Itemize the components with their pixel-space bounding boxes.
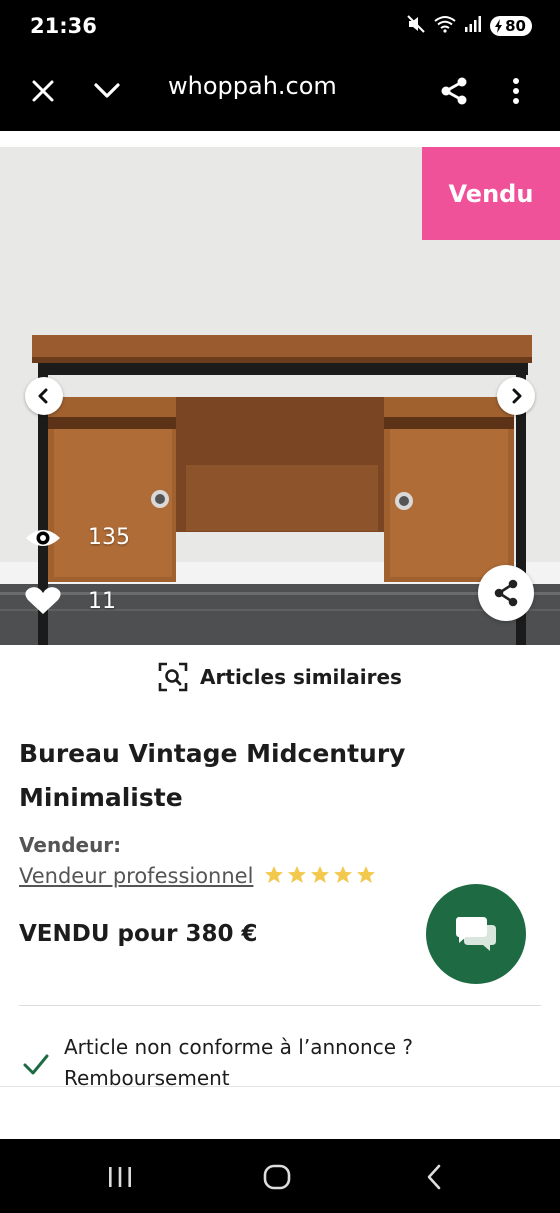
more-vertical-icon[interactable] (493, 68, 539, 114)
guarantee-text: Article non conforme à l’annonce ? Rembo… (64, 1032, 413, 1094)
share-image-button[interactable] (478, 565, 534, 621)
status-time: 21:36 (30, 14, 97, 38)
views-count: 135 (24, 525, 130, 550)
star-icon (288, 866, 306, 883)
sold-badge: Vendu (422, 147, 560, 240)
product-image[interactable]: Vendu 135 11 (0, 147, 560, 645)
sold-price: VENDU pour 380 € (19, 921, 258, 947)
share-icon (494, 579, 518, 607)
visual-search-icon (158, 662, 188, 692)
guarantee-line-1: Article non conforme à l’annonce ? (64, 1035, 413, 1059)
star-icon (357, 866, 375, 883)
eye-icon (26, 529, 60, 546)
seller-label: Vendeur: (19, 833, 122, 857)
chevron-right-icon (512, 388, 522, 404)
signal-icon (464, 15, 482, 37)
close-icon[interactable] (20, 68, 66, 114)
browser-toolbar: whoppah.com (0, 54, 560, 131)
system-nav-bar (0, 1139, 560, 1213)
previous-image-button[interactable] (25, 377, 63, 415)
url-text[interactable]: whoppah.com (168, 72, 337, 100)
product-title: Bureau Vintage Midcentury Minimaliste (19, 739, 406, 812)
check-icon (23, 1054, 49, 1075)
bottom-bar (0, 1086, 560, 1139)
heart-icon[interactable] (24, 587, 62, 615)
likes-count[interactable]: 11 (24, 587, 116, 615)
home-icon[interactable] (257, 1157, 297, 1197)
chat-button[interactable] (426, 884, 526, 984)
star-icon (311, 866, 329, 883)
spacer (0, 131, 560, 147)
battery-level: 80 (505, 17, 526, 35)
status-bar: 21:36 80 (0, 0, 560, 54)
mute-icon (406, 14, 426, 38)
wifi-icon (434, 15, 456, 37)
battery-icon: 80 (490, 16, 532, 36)
recent-apps-icon[interactable] (100, 1157, 140, 1197)
seller-rating (264, 865, 376, 884)
likes-value: 11 (88, 588, 116, 614)
next-image-button[interactable] (497, 377, 535, 415)
views-value: 135 (88, 525, 130, 550)
chat-bubbles-icon (456, 917, 496, 951)
divider (19, 1005, 541, 1006)
back-icon[interactable] (414, 1157, 454, 1197)
status-icons: 80 (406, 14, 532, 38)
star-icon (334, 866, 352, 883)
share-icon[interactable] (431, 68, 477, 114)
star-icon (265, 866, 283, 883)
seller-link[interactable]: Vendeur professionnel (19, 864, 253, 888)
chevron-left-icon (38, 388, 48, 404)
guarantee-item: Article non conforme à l’annonce ? Rembo… (22, 1032, 542, 1094)
similar-articles-button[interactable]: Articles similaires (0, 655, 560, 699)
similar-articles-label: Articles similaires (200, 665, 402, 689)
chevron-down-icon[interactable] (84, 68, 130, 114)
